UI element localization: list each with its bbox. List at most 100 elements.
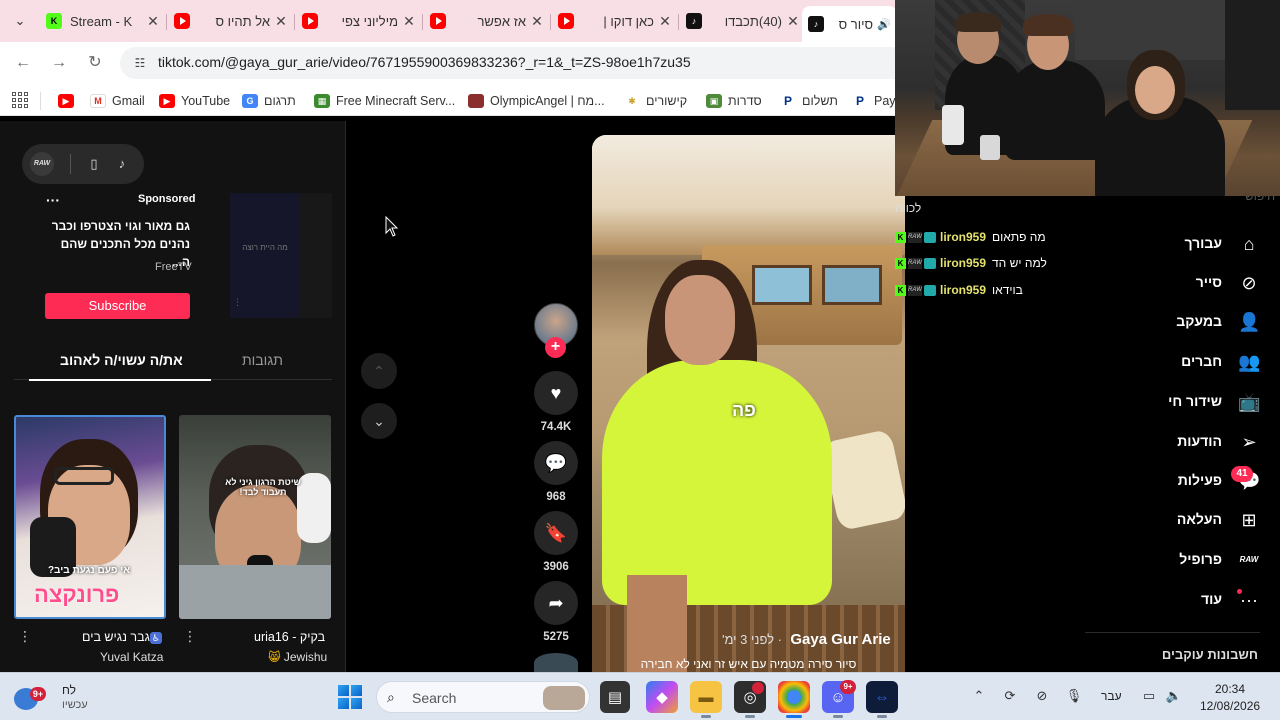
tab-youtube-4[interactable]: כאן דוקו | ✕ — [552, 6, 678, 36]
tab-tiktok-1[interactable]: ♪ (40)תכבדו ✕ — [680, 6, 806, 36]
bookmark-gmail[interactable]: M Gmail — [90, 92, 145, 110]
like-button[interactable]: ♥ — [534, 371, 578, 415]
bookmark-paypal[interactable]: P Payl — [852, 92, 898, 110]
taskbar-search[interactable]: ⌕ Search — [376, 681, 590, 713]
subscribe-button[interactable]: Subscribe — [45, 293, 190, 319]
tab-youtube-3[interactable]: אז אפשר ✕ — [424, 6, 550, 36]
phone-icon[interactable]: ▯ — [86, 155, 102, 173]
save-button[interactable]: 🔖 — [534, 511, 578, 555]
sync-icon[interactable]: ⟳ — [1001, 688, 1019, 704]
tab-tiktok-active[interactable]: ♪ סיור ס 🔊 — [802, 6, 897, 42]
video-author[interactable]: Gaya Gur Arie — [790, 631, 890, 648]
bookmark-youtube[interactable]: ▶ YouTube — [159, 92, 230, 110]
previous-video-button[interactable]: ⌃ — [361, 353, 397, 389]
upload-icon: ⊞ — [1241, 510, 1257, 530]
more-icon[interactable]: ⋮ — [183, 628, 197, 645]
video-player[interactable]: פה · לפני 3 ימ' Gaya Gur Arie סיור סירה … — [592, 135, 905, 672]
nav-explore[interactable]: סייר ⊘ — [1100, 266, 1270, 300]
video-thumbnail[interactable]: שיטת הרגון גיני לא תעבוד לבד! — [179, 415, 331, 619]
chrome-icon[interactable] — [778, 681, 810, 718]
monitor-icon[interactable]: ▭ — [1140, 688, 1158, 704]
clock-time[interactable]: 20:34 — [1215, 682, 1245, 696]
close-icon[interactable]: ✕ — [530, 13, 544, 30]
bookmark-series[interactable]: ▣ סדרות — [706, 92, 762, 110]
language-indicator[interactable]: עבר — [1101, 689, 1122, 703]
nav-profile[interactable]: פרופיל RAW — [1100, 543, 1270, 577]
forward-button[interactable]: → — [47, 52, 71, 74]
teamviewer-icon[interactable]: ⇔ — [866, 681, 898, 718]
bookmark-youtube-icon-only[interactable]: ▶ — [58, 92, 80, 110]
nav-label: פרופיל — [1179, 551, 1222, 567]
back-button[interactable]: ← — [11, 52, 35, 74]
chevron-up-icon[interactable]: ⌃ — [970, 688, 988, 704]
next-video-button[interactable]: ⌄ — [361, 403, 397, 439]
bookmark-translate[interactable]: G תרגום — [242, 92, 296, 110]
chat-username: liron959 — [940, 256, 987, 270]
nav-label: סייר — [1195, 274, 1222, 290]
tab-title: סיור ס — [838, 16, 873, 32]
comment-button[interactable]: 💬 — [534, 441, 578, 485]
close-icon[interactable]: ✕ — [658, 13, 672, 30]
bookmark-payment[interactable]: P תשלום — [780, 92, 838, 110]
nav-for-you[interactable]: עבורך ⌂ — [1100, 227, 1270, 261]
side-panel: RAW ▯ ♪ ··· Sponsored גם מאור וגוי הצטרפ… — [0, 121, 346, 672]
video-author[interactable]: Yuval Katza — [100, 650, 163, 664]
bookmark-links[interactable]: ✱ קישורים — [624, 92, 687, 110]
bookmark-olympicangel[interactable]: OlympicAngel | מח... — [468, 92, 605, 110]
bookmark-minecraft[interactable]: ▦ Free Minecraft Serv... — [314, 92, 455, 110]
task-view-icon[interactable]: ▤ — [600, 681, 630, 713]
tab-comments[interactable]: תגובות — [242, 352, 283, 368]
tiktok-icon[interactable]: ♪ — [114, 155, 130, 173]
copilot-icon[interactable]: ◆ — [646, 681, 678, 713]
cloud-off-icon[interactable]: ⊘ — [1033, 688, 1051, 704]
nav-label: שידור חי — [1168, 393, 1222, 409]
close-icon[interactable]: ✕ — [274, 13, 288, 30]
drag-handle-icon[interactable]: ⋮ — [233, 297, 242, 308]
clock-date[interactable]: 12/08/2026 — [1200, 699, 1260, 713]
apps-icon[interactable] — [12, 92, 28, 108]
following-accounts-heading: חשבונות עוקבים — [1161, 647, 1258, 662]
start-button[interactable] — [338, 685, 362, 709]
video-author[interactable]: 😸 Jewishu — [268, 650, 327, 664]
tab-youtube-1[interactable]: אל תהיו ס ✕ — [168, 6, 294, 36]
site-info-icon[interactable]: ☷ — [132, 55, 148, 71]
nav-following[interactable]: במעקב 👤 — [1100, 305, 1270, 339]
hair — [955, 12, 1001, 32]
weather-widget[interactable]: 9+ לח עכשיו — [14, 681, 94, 713]
close-icon[interactable]: ✕ — [786, 13, 800, 30]
video-date: · לפני 3 ימ' — [722, 632, 782, 647]
microphone-icon[interactable]: 🎙 — [1065, 688, 1083, 704]
url-input[interactable]: ☷ tiktok.com/@gaya_gur_arie/video/767195… — [120, 47, 900, 79]
tab-kick-stream[interactable]: K Stream - K ✕ — [40, 6, 166, 36]
follow-button[interactable]: + — [545, 337, 566, 358]
nav-live[interactable]: שידור חי 📺 — [1100, 385, 1270, 419]
more-icon[interactable]: ⋮ — [18, 628, 32, 645]
nav-label: העלאה — [1176, 511, 1222, 527]
speaker-icon[interactable]: 🔈 — [1165, 688, 1183, 704]
share-button[interactable]: ➦ — [534, 581, 578, 625]
tab-search-button[interactable]: ⌄ — [6, 8, 34, 34]
thumbnail-title-overlay: פרונקצה — [34, 582, 120, 607]
tab-you-may-like[interactable]: את/ה עשוי/ה לאהוב — [60, 352, 183, 368]
chat-username: liron959 — [940, 283, 987, 297]
youtube-icon: ▶ — [58, 94, 74, 108]
nav-friends[interactable]: חברים 👥 — [1100, 345, 1270, 379]
video-thumbnail[interactable]: אי פעם נגעת ביב? פרונקצה — [14, 415, 166, 619]
nav-upload[interactable]: העלאה ⊞ — [1100, 503, 1270, 537]
close-icon[interactable]: ✕ — [146, 13, 160, 30]
file-explorer-icon[interactable]: ▬ — [690, 681, 722, 718]
video-author-text: Jewishu — [283, 650, 328, 664]
music-disc[interactable] — [534, 653, 578, 673]
nav-more[interactable]: עוד ··· — [1100, 583, 1270, 617]
headphones — [297, 473, 331, 543]
ad-thumbnail[interactable]: מה היית רוצה ⋮ — [230, 193, 300, 318]
speaker-icon[interactable]: 🔊 — [877, 18, 891, 31]
close-icon[interactable]: ✕ — [402, 13, 416, 30]
chat-previous-line: לכווה — [895, 201, 922, 215]
compass-icon: ⊘ — [1241, 273, 1257, 293]
more-icon[interactable]: ··· — [46, 192, 60, 208]
raw-avatar[interactable]: RAW — [30, 152, 54, 176]
nav-messages[interactable]: הודעות ➢ — [1100, 425, 1270, 459]
tab-youtube-2[interactable]: מיליוני צפי ✕ — [296, 6, 422, 36]
reload-button[interactable]: ↻ — [83, 52, 107, 74]
